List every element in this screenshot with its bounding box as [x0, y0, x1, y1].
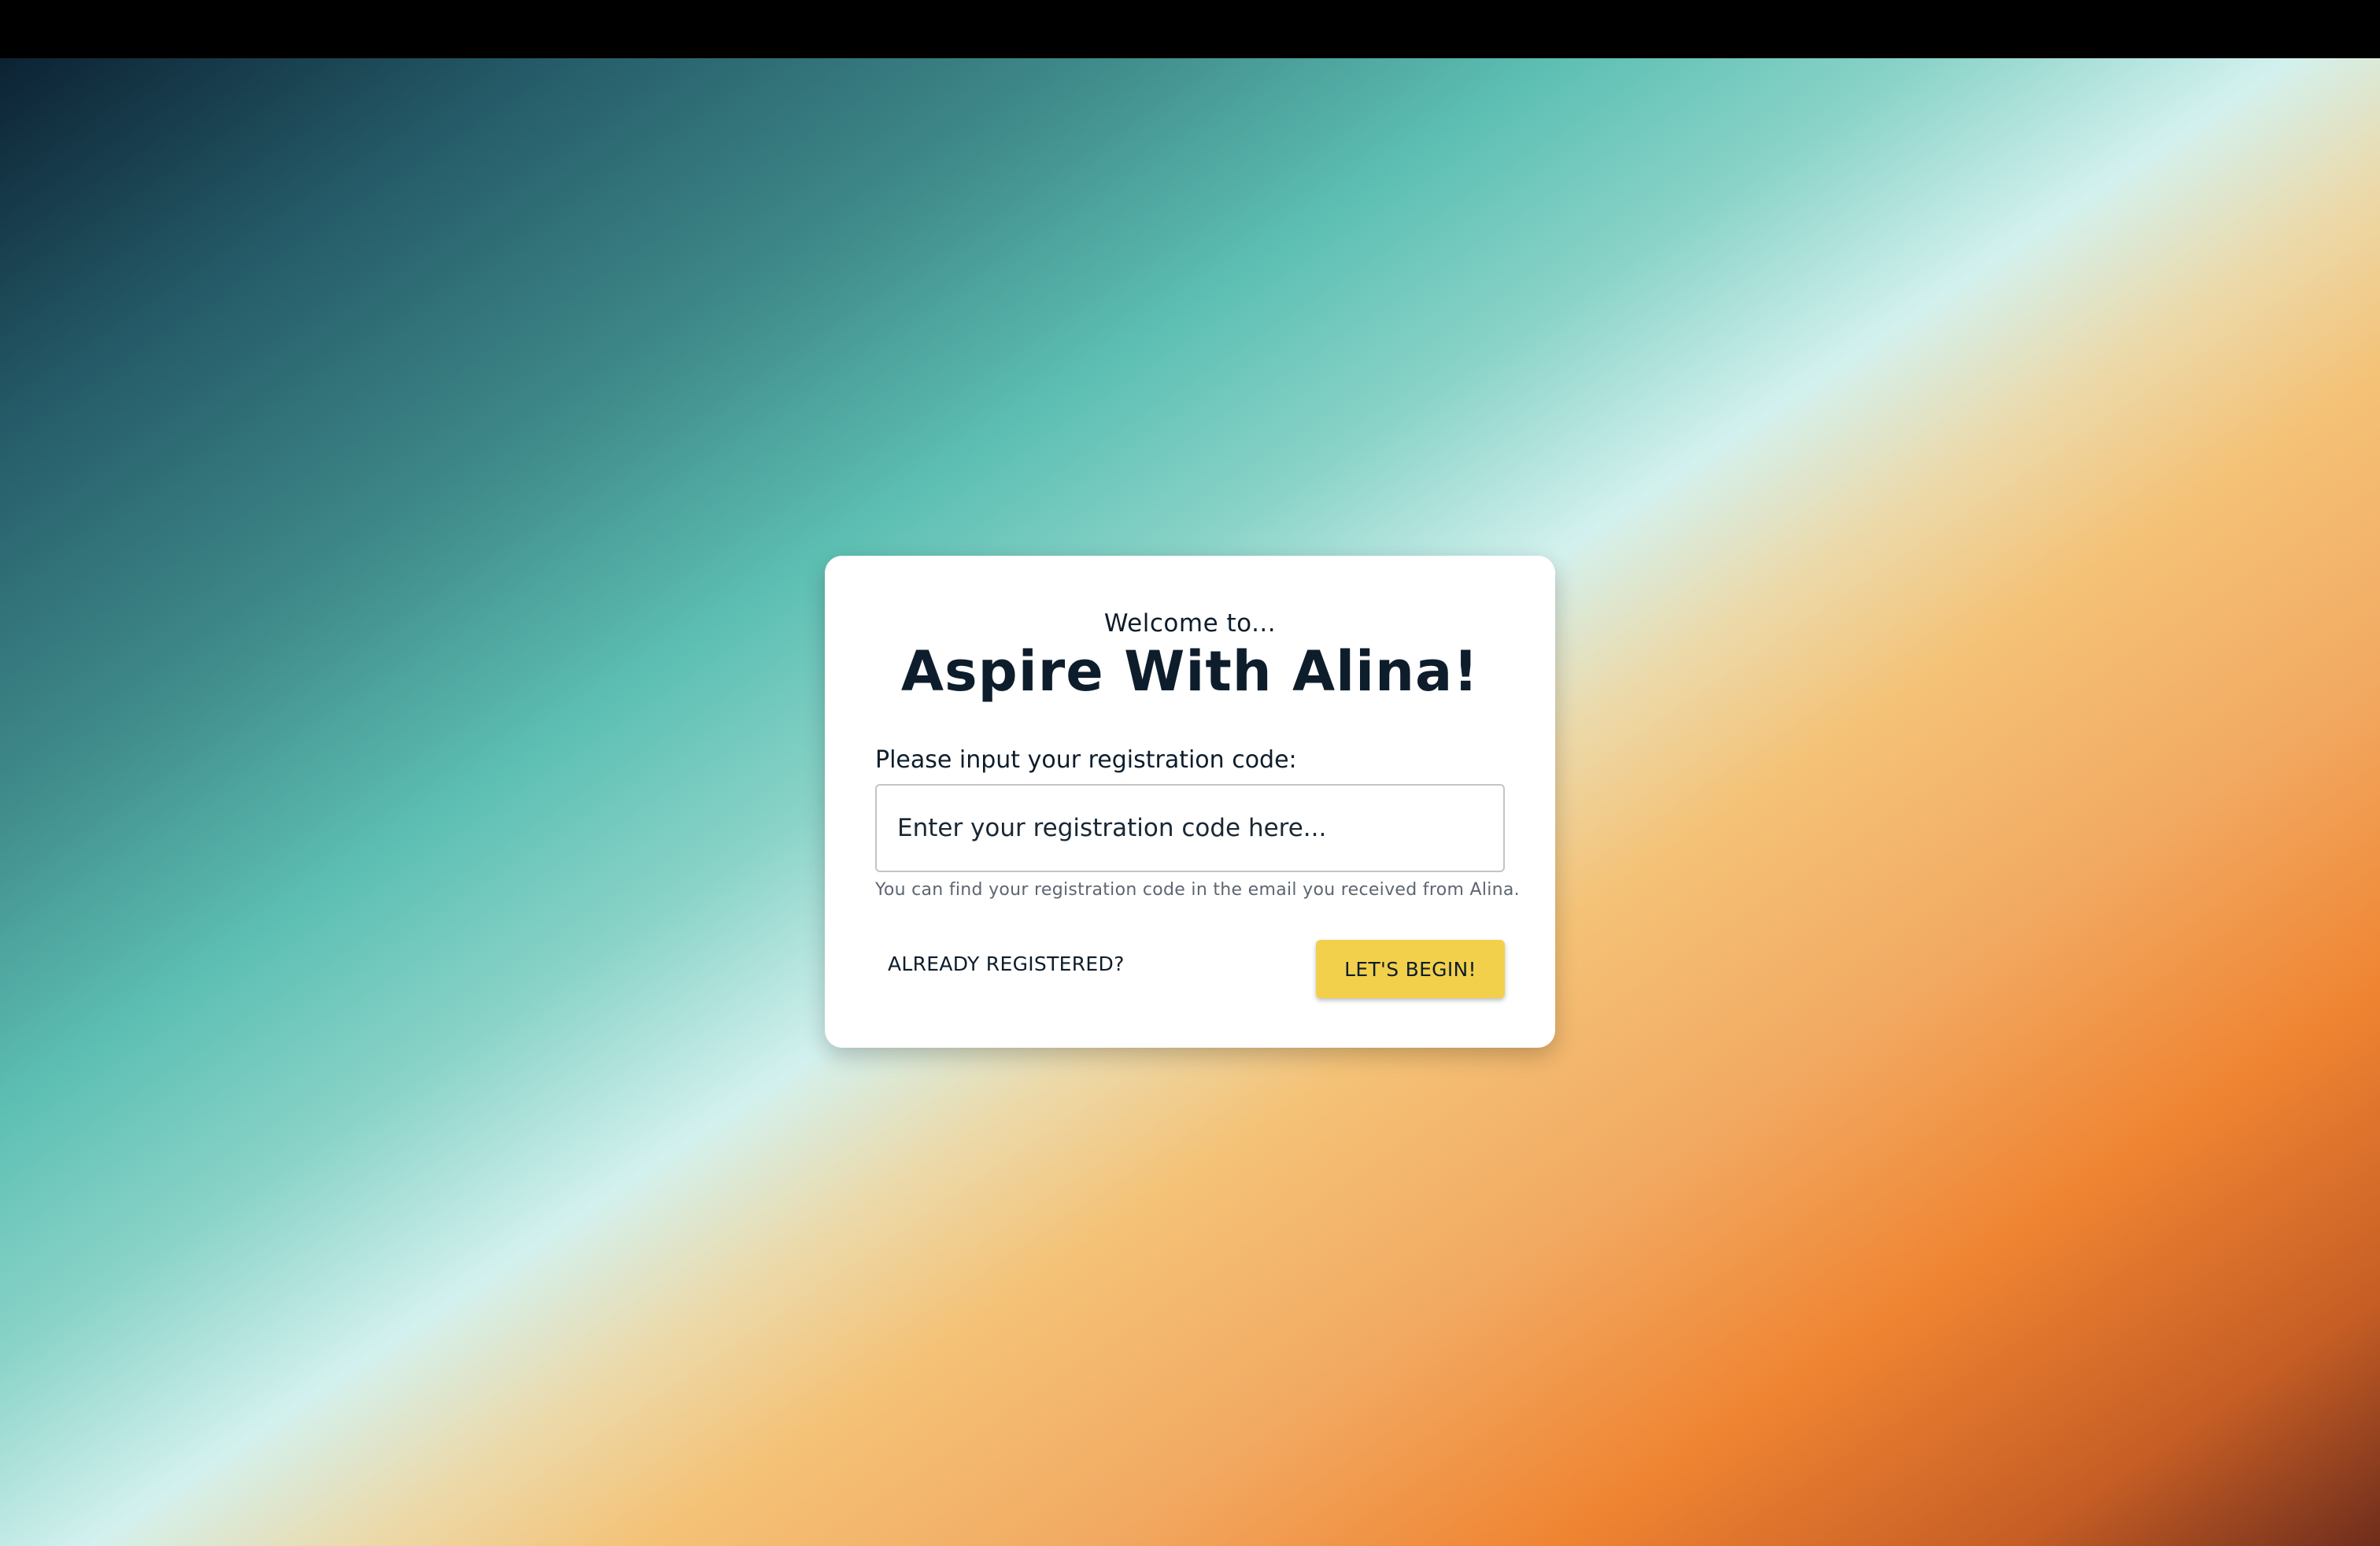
- app-title: Aspire With Alina!: [900, 639, 1480, 704]
- lets-begin-button[interactable]: LET'S BEGIN!: [1316, 940, 1505, 998]
- already-registered-button[interactable]: ALREADY REGISTERED?: [875, 940, 1137, 987]
- registration-code-label: Please input your registration code:: [875, 746, 1297, 774]
- registration-card: Welcome to... Aspire With Alina! Please …: [825, 556, 1555, 1048]
- welcome-text: Welcome to...: [1103, 609, 1277, 638]
- top-black-bar: [0, 0, 2380, 58]
- registration-code-hint: You can find your registration code in t…: [875, 880, 1520, 900]
- registration-code-input[interactable]: [875, 784, 1505, 872]
